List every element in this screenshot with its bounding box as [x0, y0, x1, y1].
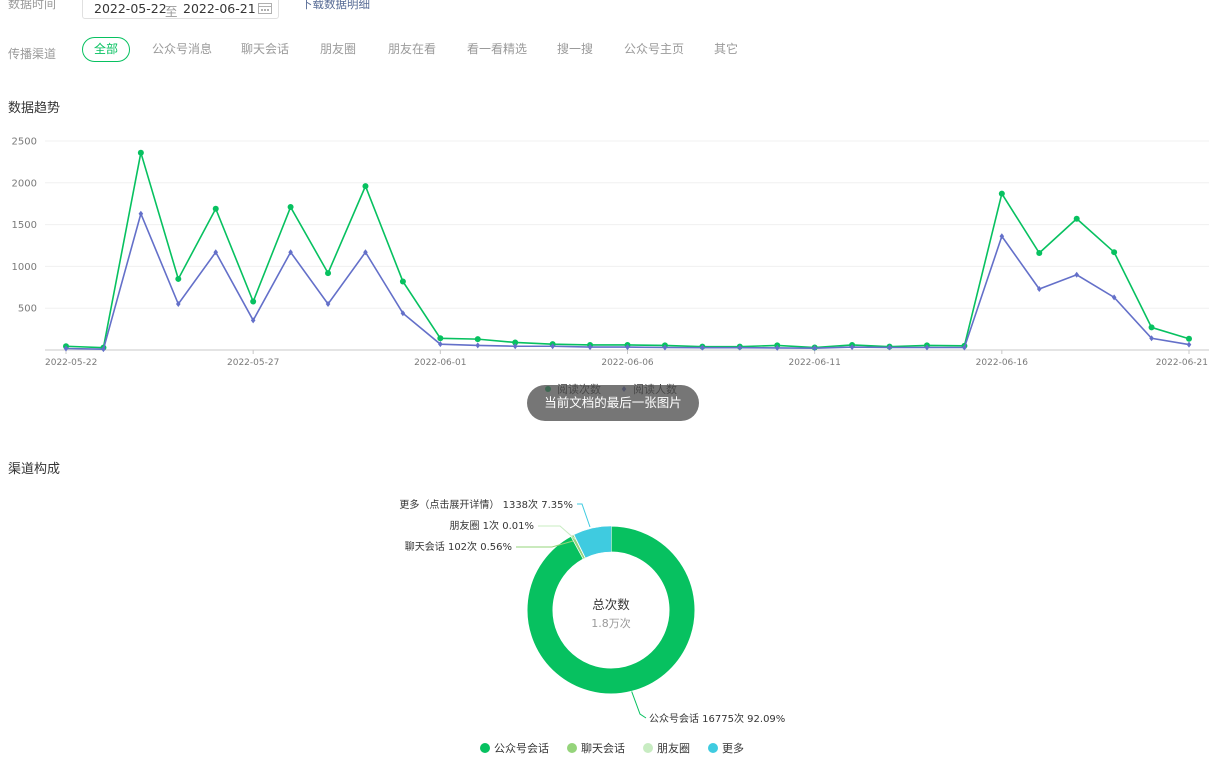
x-tick-label: 2022-06-16 — [976, 358, 1029, 368]
x-tick-label: 2022-05-22 — [45, 358, 97, 368]
data-point — [1074, 271, 1079, 278]
x-tick-label: 2022-06-21 — [1156, 358, 1208, 368]
y-tick-label: 2000 — [12, 178, 37, 189]
data-point — [475, 342, 481, 349]
legend-dot — [708, 743, 718, 753]
data-point — [1186, 341, 1192, 348]
slice-label-4: 更多（点击展开详情） 1338次 7.35% — [399, 498, 573, 511]
leader-line-4 — [577, 503, 591, 528]
pie-legend-item[interactable]: 聊天会话 — [567, 740, 625, 756]
y-tick-label: 500 — [18, 304, 37, 315]
toast-message: 当前文档的最后一张图片 — [527, 385, 699, 421]
legend-label: 更多 — [722, 742, 744, 755]
slice-label-3: 朋友圈 1次 0.01% — [450, 519, 535, 532]
pie-legend-item[interactable]: 更多 — [708, 740, 744, 756]
pie-legend-item[interactable]: 公众号会话 — [480, 740, 549, 756]
x-tick-label: 2022-06-06 — [601, 358, 654, 368]
channel-donut-chart: 总次数 1.8万次公众号会话 16775次 92.09% 聊天会话 102次 0.5… — [399, 498, 785, 725]
data-point — [250, 298, 257, 305]
data-point — [287, 204, 294, 211]
legend-dot — [567, 743, 577, 753]
x-tick-label: 2022-06-01 — [414, 358, 466, 368]
x-tick-label: 2022-06-11 — [789, 358, 841, 368]
data-point — [325, 270, 332, 277]
y-tick-label: 2500 — [12, 137, 37, 148]
data-point — [998, 190, 1005, 197]
series-line-1 — [65, 152, 1190, 349]
series-line-2 — [65, 211, 1190, 350]
slice-label-1: 公众号会话 16775次 92.09% — [649, 712, 785, 725]
data-point — [212, 205, 219, 212]
legend-label: 朋友圈 — [657, 742, 690, 755]
leader-line-1 — [631, 691, 647, 719]
donut-center-title: 总次数 — [592, 597, 630, 612]
legend-dot — [643, 743, 653, 753]
data-point — [137, 149, 144, 156]
x-tick-label: 2022-05-27 — [227, 358, 279, 368]
data-point — [1073, 215, 1080, 222]
data-point — [399, 278, 406, 285]
slice-label-2: 聊天会话 102次 0.56% — [405, 540, 512, 553]
y-tick-label: 1500 — [12, 220, 37, 231]
data-point — [362, 183, 369, 190]
data-point — [1186, 335, 1192, 342]
data-point — [437, 335, 444, 342]
pie-legend-item[interactable]: 朋友圈 — [643, 740, 690, 756]
data-point — [1148, 324, 1155, 331]
data-point — [175, 275, 182, 282]
legend-label: 聊天会话 — [581, 742, 625, 755]
legend-label: 公众号会话 — [494, 742, 549, 755]
donut-center-value: 1.8万次 — [591, 616, 631, 630]
data-point — [1036, 250, 1043, 257]
trend-line-chart: 500 1000 1500 2000 2500 2022-05-22 2022-05-27 2… — [12, 137, 1209, 396]
data-point — [1111, 249, 1118, 256]
legend-dot — [480, 743, 490, 753]
y-tick-label: 1000 — [12, 262, 37, 273]
data-point — [474, 336, 481, 343]
